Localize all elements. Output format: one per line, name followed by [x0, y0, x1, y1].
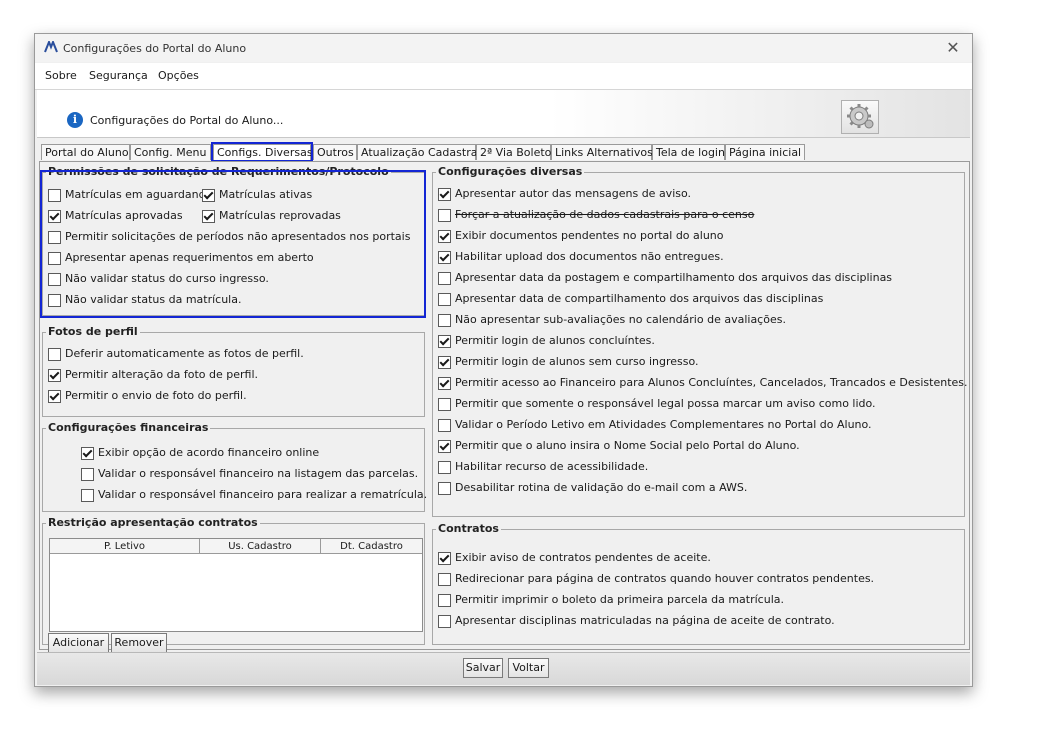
- app-logo-icon: [44, 41, 58, 53]
- checkbox[interactable]: [438, 230, 451, 243]
- contratos-table[interactable]: P. Letivo Us. Cadastro Dt. Cadastro: [49, 538, 423, 632]
- tab-pagina-inicial[interactable]: Página inicial: [725, 144, 805, 160]
- tab-config-menu[interactable]: Config. Menu: [130, 144, 211, 160]
- footer-bar: Salvar Voltar: [37, 652, 970, 685]
- checkbox[interactable]: [438, 398, 451, 411]
- checkbox[interactable]: [48, 348, 61, 361]
- checkbox[interactable]: [438, 552, 451, 565]
- financeiras-group: Configurações financeiras Exibir opção d…: [42, 421, 427, 512]
- checkbox[interactable]: [81, 447, 94, 460]
- diversas-title: Configurações diversas: [436, 165, 585, 178]
- checkbox[interactable]: [438, 356, 451, 369]
- menu-bar: Sobre Segurança Opções: [35, 63, 972, 90]
- checkbox[interactable]: [48, 390, 61, 403]
- checkbox[interactable]: [438, 419, 451, 432]
- tab-portal-do-aluno[interactable]: Portal do Aluno: [41, 144, 130, 160]
- tab-tela-de-login[interactable]: Tela de login: [652, 144, 725, 160]
- contratos-title: Contratos: [436, 522, 501, 535]
- salvar-button[interactable]: Salvar: [463, 658, 503, 678]
- checkbox[interactable]: [81, 468, 94, 481]
- header-title: Configurações do Portal do Aluno...: [90, 114, 284, 127]
- checkbox[interactable]: [438, 272, 451, 285]
- diversas-group: Configurações diversas Apresentar autor …: [432, 165, 968, 517]
- financeiras-title: Configurações financeiras: [46, 421, 211, 434]
- column-header-dt-cadastro[interactable]: Dt. Cadastro: [321, 539, 422, 554]
- checkbox[interactable]: [438, 461, 451, 474]
- remover-button[interactable]: Remover: [111, 633, 167, 653]
- close-icon[interactable]: ✕: [942, 38, 964, 58]
- restricao-title: Restrição apresentação contratos: [46, 516, 260, 529]
- tab-atualizacao-cadastral[interactable]: Atualização Cadastral: [357, 144, 481, 160]
- checkbox[interactable]: [438, 335, 451, 348]
- checkbox[interactable]: [438, 314, 451, 327]
- title-bar: Configurações do Portal do Aluno ✕: [35, 34, 972, 62]
- configs-diversas-panel: Permissões de solicitação de Requeriment…: [39, 161, 970, 653]
- tab-configs-diversas[interactable]: Configs. Diversas: [211, 142, 313, 162]
- header-panel: i Configurações do Portal do Aluno...: [37, 90, 970, 138]
- voltar-button[interactable]: Voltar: [508, 658, 549, 678]
- tab-links-alternativos[interactable]: Links Alternativos: [551, 144, 653, 160]
- info-icon: i: [67, 112, 83, 128]
- fotos-group: Fotos de perfil Deferir automaticamente …: [42, 325, 425, 417]
- checkbox[interactable]: [438, 293, 451, 306]
- restricao-contratos-group: Restrição apresentação contratos P. Leti…: [42, 516, 425, 653]
- adicionar-button[interactable]: Adicionar: [48, 633, 109, 653]
- tab-outros[interactable]: Outros: [313, 144, 357, 160]
- column-header-p-letivo[interactable]: P. Letivo: [50, 539, 200, 554]
- fotos-title: Fotos de perfil: [46, 325, 140, 338]
- checkbox[interactable]: [438, 594, 451, 607]
- checkbox[interactable]: [438, 615, 451, 628]
- menu-opcoes[interactable]: Opções: [158, 69, 199, 82]
- highlight-frame: [40, 170, 426, 318]
- window-title: Configurações do Portal do Aluno: [63, 42, 247, 55]
- checkbox[interactable]: [438, 440, 451, 453]
- gear-icon: [847, 104, 874, 129]
- checkbox[interactable]: [438, 188, 451, 201]
- checkbox[interactable]: [438, 573, 451, 586]
- checkbox[interactable]: [438, 482, 451, 495]
- checkbox[interactable]: [81, 489, 94, 502]
- checkbox[interactable]: [438, 251, 451, 264]
- settings-button[interactable]: [841, 100, 879, 134]
- checkbox[interactable]: [48, 369, 61, 382]
- menu-sobre[interactable]: Sobre: [45, 69, 77, 82]
- tab-2a-via-boleto[interactable]: 2ª Via Boleto: [476, 144, 551, 160]
- contratos-group: Contratos Exibir aviso de contratos pend…: [432, 522, 965, 645]
- checkbox[interactable]: [438, 377, 451, 390]
- checkbox[interactable]: [438, 209, 451, 222]
- menu-seguranca[interactable]: Segurança: [89, 69, 148, 82]
- column-header-us-cadastro[interactable]: Us. Cadastro: [200, 539, 321, 554]
- main-window: Configurações do Portal do Aluno ✕ Sobre…: [34, 33, 973, 687]
